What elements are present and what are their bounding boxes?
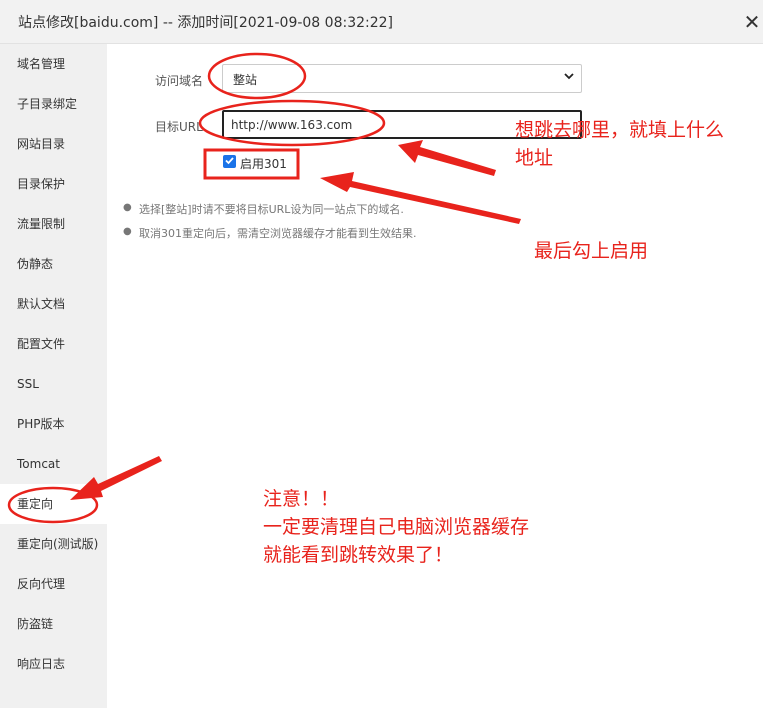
sidebar-item-tomcat[interactable]: Tomcat bbox=[0, 444, 107, 484]
sidebar-item-default-document[interactable]: 默认文档 bbox=[0, 284, 107, 324]
annotation-note-line2: 一定要清理自己电脑浏览器缓存 bbox=[263, 516, 530, 538]
sidebar-item-reverse-proxy[interactable]: 反向代理 bbox=[0, 564, 107, 604]
sidebar-item-traffic-limit[interactable]: 流量限制 bbox=[0, 204, 107, 244]
sidebar-item-redirect[interactable]: 重定向 bbox=[0, 484, 107, 524]
tip-line-2: 取消301重定向后，需清空浏览器缓存才能看到生效结果. bbox=[139, 227, 417, 240]
annotation-fill-url-line1: 想跳去哪里，就填上什么 bbox=[515, 119, 725, 141]
annotation-enable-last: 最后勾上启用 bbox=[534, 240, 649, 262]
enable-301-label: 启用301 bbox=[240, 157, 287, 171]
annotation-fill-url-line2: 地址 bbox=[515, 147, 554, 169]
target-url-label: 目标URL bbox=[155, 120, 203, 134]
window-title: 站点修改[baidu.com] -- 添加时间[2021-09-08 08:32… bbox=[18, 15, 394, 31]
check-icon bbox=[225, 157, 234, 165]
sidebar-item-redirect-beta[interactable]: 重定向(测试版) bbox=[0, 524, 107, 564]
sidebar-item-subdirectory-binding[interactable]: 子目录绑定 bbox=[0, 84, 107, 124]
sidebar: 域名管理 子目录绑定 网站目录 目录保护 流量限制 伪静态 默认文档 配置文件 … bbox=[0, 44, 107, 708]
sidebar-item-php-version[interactable]: PHP版本 bbox=[0, 404, 107, 444]
annotation-note-line1: 注意！！ bbox=[263, 488, 340, 510]
sidebar-item-domain-management[interactable]: 域名管理 bbox=[0, 44, 107, 84]
tip-bullet: ● bbox=[123, 202, 132, 213]
sidebar-item-hotlink-protection[interactable]: 防盗链 bbox=[0, 604, 107, 644]
enable-301-checkbox[interactable] bbox=[223, 155, 236, 168]
sidebar-item-config-file[interactable]: 配置文件 bbox=[0, 324, 107, 364]
sidebar-item-site-directory[interactable]: 网站目录 bbox=[0, 124, 107, 164]
annotation-note-line3: 就能看到跳转效果了！ bbox=[263, 544, 454, 566]
tip-line-1: 选择[整站]时请不要将目标URL设为同一站点下的域名. bbox=[139, 203, 404, 216]
sidebar-item-rewrite[interactable]: 伪静态 bbox=[0, 244, 107, 284]
tip-bullet: ● bbox=[123, 226, 132, 237]
sidebar-item-response-log[interactable]: 响应日志 bbox=[0, 644, 107, 684]
domain-select[interactable]: 整站 bbox=[222, 64, 582, 93]
chevron-down-icon bbox=[563, 70, 575, 85]
sidebar-item-ssl[interactable]: SSL bbox=[0, 364, 107, 404]
title-bar: 站点修改[baidu.com] -- 添加时间[2021-09-08 08:32… bbox=[0, 0, 763, 44]
close-icon[interactable]: ✕ bbox=[743, 12, 761, 32]
sidebar-item-directory-protection[interactable]: 目录保护 bbox=[0, 164, 107, 204]
domain-label: 访问域名 bbox=[155, 74, 204, 88]
domain-select-value: 整站 bbox=[233, 73, 258, 87]
